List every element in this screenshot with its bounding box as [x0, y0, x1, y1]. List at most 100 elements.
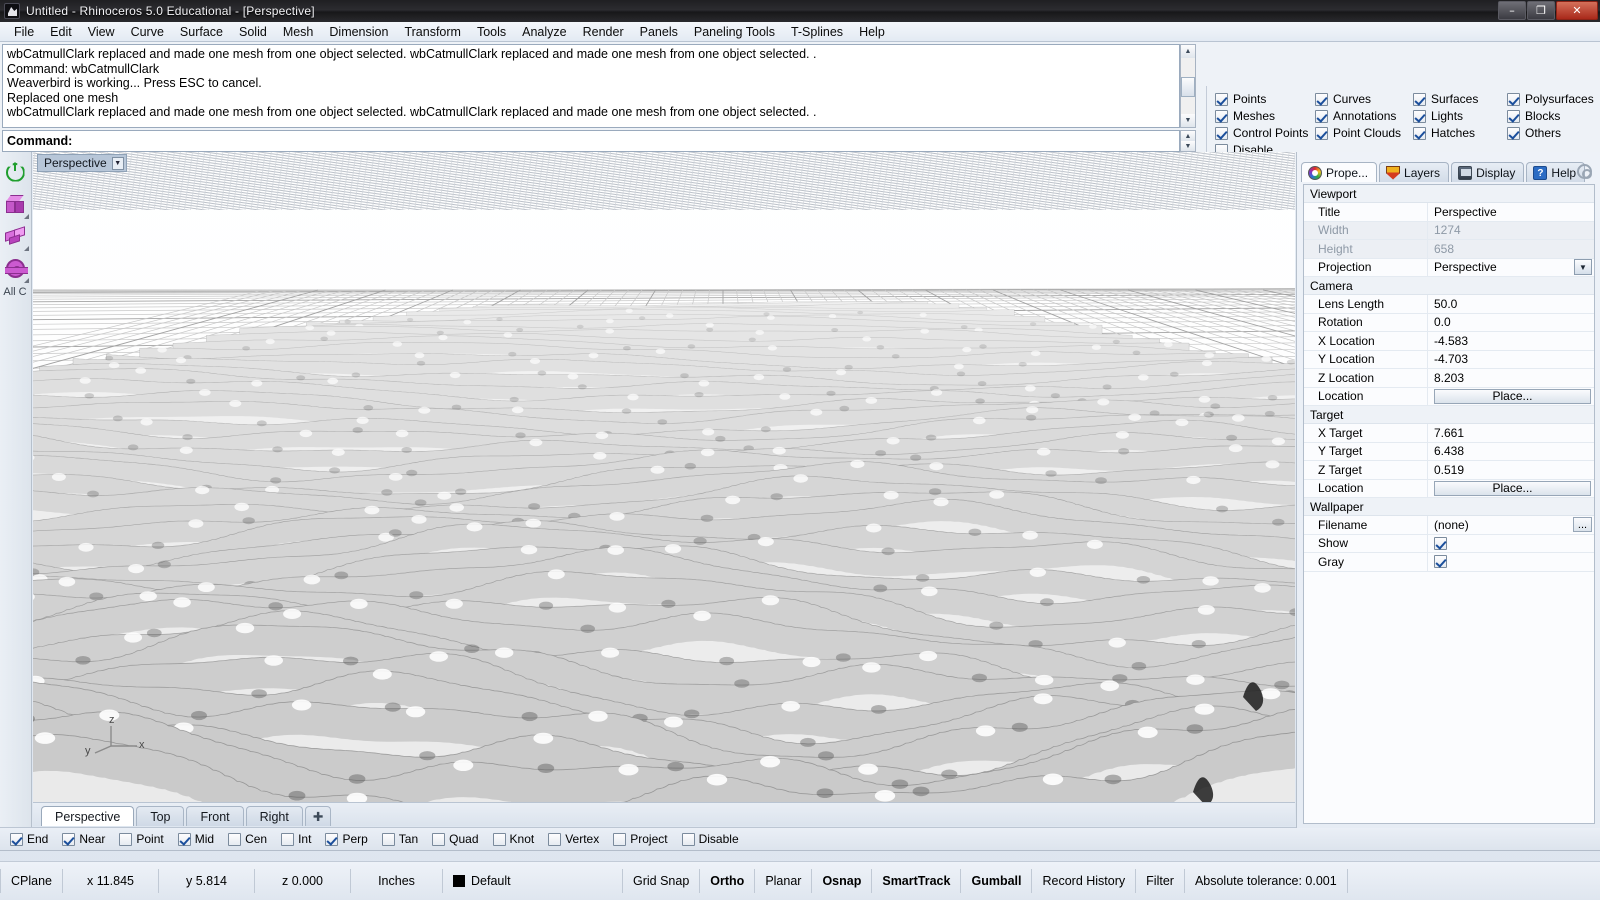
osnap-near[interactable]: Near: [62, 832, 105, 846]
menu-item-render[interactable]: Render: [575, 23, 632, 41]
status-toggle-gumball[interactable]: Gumball: [961, 869, 1032, 893]
status-toggle-ortho[interactable]: Ortho: [700, 869, 755, 893]
filter-blocks[interactable]: Blocks: [1507, 109, 1600, 123]
menu-item-help[interactable]: Help: [851, 23, 893, 41]
property-value[interactable]: 50.0: [1428, 295, 1594, 313]
checkbox-icon[interactable]: [493, 833, 506, 846]
menu-item-edit[interactable]: Edit: [42, 23, 80, 41]
property-value[interactable]: -4.583: [1428, 332, 1594, 350]
settings-gear-icon[interactable]: [1577, 164, 1592, 179]
property-value[interactable]: Perspective ▼: [1428, 259, 1594, 277]
checkbox-icon[interactable]: [1215, 93, 1228, 106]
surface-tools-button[interactable]: [0, 220, 30, 252]
menu-item-mesh[interactable]: Mesh: [275, 23, 322, 41]
checkbox-icon[interactable]: [1315, 127, 1328, 140]
filter-points[interactable]: Points: [1215, 92, 1315, 106]
filter-annotations[interactable]: Annotations: [1315, 109, 1413, 123]
menu-item-dimension[interactable]: Dimension: [321, 23, 396, 41]
viewport-title-menu[interactable]: Perspective ▼: [37, 154, 127, 172]
mesh-tools-button[interactable]: [0, 252, 30, 284]
viewport-tab-perspective[interactable]: Perspective: [41, 806, 134, 826]
command-history-scrollbar[interactable]: ▲ ▼: [1180, 44, 1196, 128]
checkbox-icon[interactable]: [613, 833, 626, 846]
spinner-down-icon[interactable]: ▼: [1181, 141, 1195, 151]
command-prompt[interactable]: Command:: [2, 130, 1180, 152]
panel-tab-prope-[interactable]: Prope...: [1301, 162, 1377, 182]
checkbox-icon[interactable]: [1434, 555, 1447, 568]
checkbox-icon[interactable]: [548, 833, 561, 846]
checkbox-icon[interactable]: [1315, 110, 1328, 123]
checkbox-icon[interactable]: [1413, 127, 1426, 140]
menu-item-tools[interactable]: Tools: [469, 23, 514, 41]
scroll-up-icon[interactable]: ▲: [1181, 45, 1195, 58]
checkbox-icon[interactable]: [432, 833, 445, 846]
menu-item-curve[interactable]: Curve: [123, 23, 172, 41]
close-button[interactable]: ✕: [1556, 1, 1598, 20]
property-value[interactable]: -4.703: [1428, 351, 1594, 369]
property-value[interactable]: Place...: [1428, 480, 1594, 498]
scrollbar-thumb[interactable]: [1181, 77, 1195, 97]
osnap-perp[interactable]: Perp: [325, 832, 367, 846]
osnap-quad[interactable]: Quad: [432, 832, 478, 846]
osnap-int[interactable]: Int: [281, 832, 311, 846]
checkbox-icon[interactable]: [228, 833, 241, 846]
menu-item-file[interactable]: File: [6, 23, 42, 41]
checkbox-icon[interactable]: [1434, 537, 1447, 550]
osnap-project[interactable]: Project: [613, 832, 667, 846]
checkbox-icon[interactable]: [1315, 93, 1328, 106]
filter-surfaces[interactable]: Surfaces: [1413, 92, 1507, 106]
filter-lights[interactable]: Lights: [1413, 109, 1507, 123]
filter-hatches[interactable]: Hatches: [1413, 126, 1507, 140]
status-toggle-grid-snap[interactable]: Grid Snap: [623, 869, 700, 893]
osnap-disable[interactable]: Disable: [682, 832, 739, 846]
checkbox-icon[interactable]: [281, 833, 294, 846]
viewport-tab-add[interactable]: ✚: [305, 806, 331, 826]
menu-item-surface[interactable]: Surface: [172, 23, 231, 41]
filter-polysurfaces[interactable]: Polysurfaces: [1507, 92, 1600, 106]
toolbar-all-curves-label[interactable]: All C: [0, 284, 30, 298]
place-button[interactable]: Place...: [1434, 389, 1591, 404]
checkbox-icon[interactable]: [1413, 110, 1426, 123]
filter-control-points[interactable]: Control Points: [1215, 126, 1315, 140]
property-value[interactable]: 7.661: [1428, 424, 1594, 442]
solid-tools-button[interactable]: [0, 188, 30, 220]
viewport-tab-top[interactable]: Top: [136, 806, 184, 826]
filter-point-clouds[interactable]: Point Clouds: [1315, 126, 1413, 140]
chevron-down-icon[interactable]: ▼: [112, 157, 124, 170]
menu-item-analyze[interactable]: Analyze: [514, 23, 574, 41]
panel-tab-layers[interactable]: Layers: [1379, 162, 1449, 182]
checkbox-icon[interactable]: [62, 833, 75, 846]
checkbox-icon[interactable]: [10, 833, 23, 846]
status-toggle-filter[interactable]: Filter: [1136, 869, 1185, 893]
status-cplane[interactable]: CPlane: [0, 869, 63, 893]
checkbox-icon[interactable]: [1413, 93, 1426, 106]
menu-item-t-splines[interactable]: T-Splines: [783, 23, 851, 41]
property-value[interactable]: 8.203: [1428, 369, 1594, 387]
osnap-point[interactable]: Point: [119, 832, 163, 846]
osnap-vertex[interactable]: Vertex: [548, 832, 599, 846]
property-value[interactable]: [1428, 553, 1594, 571]
checkbox-icon[interactable]: [1507, 127, 1520, 140]
checkbox-icon[interactable]: [1215, 110, 1228, 123]
menu-item-paneling-tools[interactable]: Paneling Tools: [686, 23, 783, 41]
menu-item-solid[interactable]: Solid: [231, 23, 275, 41]
checkbox-icon[interactable]: [1507, 110, 1520, 123]
property-value[interactable]: Place...: [1428, 388, 1594, 406]
status-toggle-smarttrack[interactable]: SmartTrack: [872, 869, 961, 893]
property-value[interactable]: Perspective: [1428, 203, 1594, 221]
menu-item-view[interactable]: View: [80, 23, 123, 41]
command-prompt-spinner[interactable]: ▲ ▼: [1180, 130, 1196, 152]
panel-tab-display[interactable]: Display: [1451, 162, 1524, 182]
osnap-mid[interactable]: Mid: [178, 832, 214, 846]
osnap-cen[interactable]: Cen: [228, 832, 267, 846]
viewport-tab-front[interactable]: Front: [186, 806, 243, 826]
osnap-knot[interactable]: Knot: [493, 832, 535, 846]
viewport-tab-right[interactable]: Right: [246, 806, 303, 826]
checkbox-icon[interactable]: [178, 833, 191, 846]
status-toggle-record-history[interactable]: Record History: [1032, 869, 1136, 893]
filter-meshes[interactable]: Meshes: [1215, 109, 1315, 123]
osnap-end[interactable]: End: [10, 832, 48, 846]
checkbox-icon[interactable]: [119, 833, 132, 846]
status-toggle-osnap[interactable]: Osnap: [812, 869, 872, 893]
property-value[interactable]: 0.0: [1428, 314, 1594, 332]
